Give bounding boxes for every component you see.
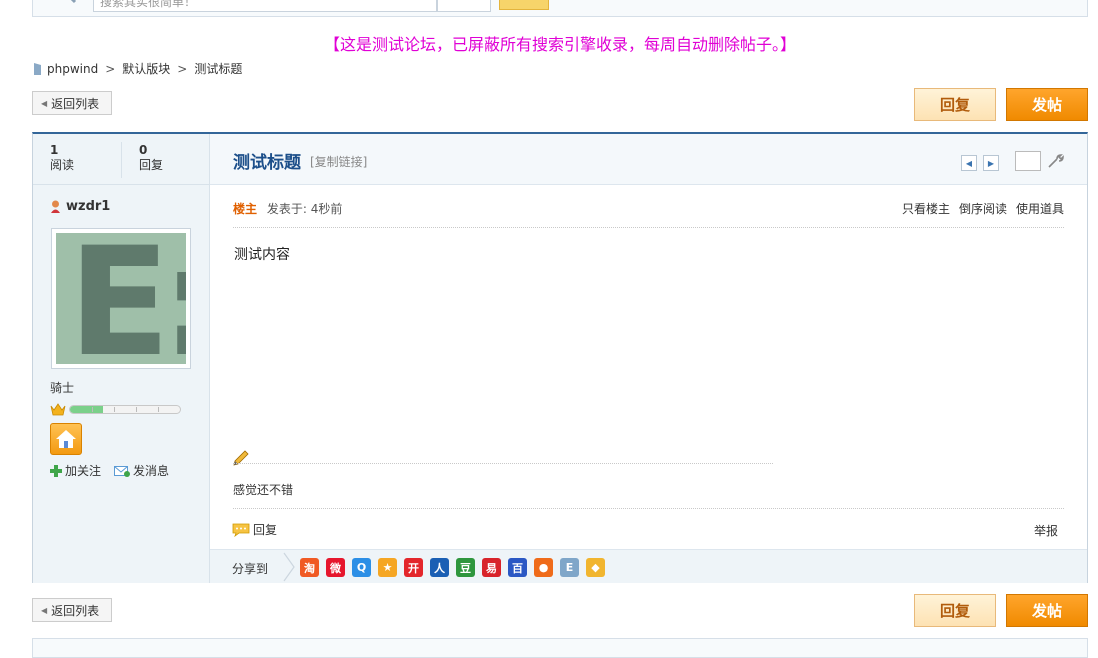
level-tick [158,406,159,412]
copy-link-button[interactable]: [复制链接] [310,153,367,170]
mail-icon [114,465,131,477]
new-post-button-bottom[interactable]: 发帖 [1006,594,1088,627]
back-to-list-button[interactable]: ◀ 返回列表 [32,91,112,115]
netease-icon[interactable]: 易 [482,558,501,577]
wrench-svg [1048,154,1064,168]
share-icons: 淘微 Q ★ 开人豆易百 ● E ◆ [300,558,605,577]
thread-container: 1 阅读 0 回复 wzdr1 E: 骑士 [32,132,1088,583]
user-level [50,402,181,416]
level-progress-fill [70,405,103,413]
back-to-list-button-bottom[interactable]: ◀ 返回列表 [32,598,112,622]
reply-button[interactable]: 回复 [914,88,996,121]
user-rank: 骑士 [50,381,75,395]
house-icon [56,430,76,448]
taobao-icon[interactable]: 淘 [300,558,319,577]
plus-icon [50,464,62,477]
level-tick [114,406,115,412]
breadcrumb-topic[interactable]: 测试标题 [194,60,242,77]
forum-notice: 【这是测试论坛，已屏蔽所有搜索引擎收录，每周自动删除帖子。】 [323,35,796,54]
level-progress-bar [69,404,181,414]
pencil-icon [233,450,249,466]
new-post-button[interactable]: 发帖 [1006,88,1088,121]
view-count: 1 阅读 [33,134,121,184]
star-icon[interactable]: ★ [378,558,397,577]
baidu-icon[interactable]: 百 [508,558,527,577]
user-home-button[interactable] [50,423,82,455]
search-bar: 搜索其实很简单！ [32,0,1088,17]
view-count-value: 1 [50,143,59,157]
view-count-label: 阅读 [50,158,75,172]
username: wzdr1 [66,199,111,214]
left-arrow-icon: ◀ [41,605,48,615]
message-button[interactable]: 发消息 [114,462,169,479]
signature-divider [233,463,773,464]
only-owner-link[interactable]: 只看楼主 [902,200,950,217]
quick-reply-label: 回复 [253,523,278,537]
reply-count-value: 0 [139,143,148,157]
thread-header: 测试标题 [复制链接] ◀ ▶ [210,134,1087,185]
message-label: 发消息 [133,464,170,478]
reply-button-bottom[interactable]: 回复 [914,594,996,627]
back-label: 返回列表 [51,96,100,111]
forum-home-icon [34,62,41,75]
reply-count: 0 回复 [121,142,209,178]
left-arrow-icon: ◀ [41,98,48,108]
report-link[interactable]: 举报 [1034,522,1058,539]
search-type-select[interactable] [437,0,491,12]
post-time: 发表于: 4秒前 [266,202,343,216]
owner-badge: 楼主 [233,202,258,216]
thread-stats: 1 阅读 0 回复 [33,134,209,185]
post-content: 测试内容 [234,247,290,263]
reverse-order-link[interactable]: 倒序阅读 [959,200,1007,217]
admin-checkbox[interactable] [1015,151,1041,171]
user-actions: 加关注 发消息 [50,462,169,479]
signature-text: 感觉还不错 [233,483,294,497]
thread-nav: ◀ ▶ [961,155,999,171]
search-icon[interactable] [57,0,77,4]
renren-icon[interactable]: 人 [430,558,449,577]
search-button[interactable] [499,0,549,10]
page-icon[interactable]: E [560,558,579,577]
post-options: 只看楼主 倒序阅读 使用道具 [902,200,1064,217]
level-tick [136,406,137,412]
breadcrumb-separator: > [105,61,116,76]
bookmark-icon[interactable]: ◆ [586,558,605,577]
reply-count-label: 回复 [139,158,164,172]
next-thread-icon[interactable]: ▶ [983,155,999,171]
post-main: 测试标题 [复制链接] ◀ ▶ 楼主 发表于: 4秒前 只看楼主 倒序阅读 使用… [210,134,1087,583]
previous-thread-icon[interactable]: ◀ [961,155,977,171]
back-label: 返回列表 [51,603,100,618]
breadcrumb-forum[interactable]: 默认版块 [122,60,170,77]
user-sidebar: 1 阅读 0 回复 wzdr1 E: 骑士 [33,134,210,583]
avatar-image: E: [56,233,186,364]
reply-box-edge [32,638,1088,658]
weibo-icon[interactable]: 微 [326,558,345,577]
kaixin-icon[interactable]: 开 [404,558,423,577]
follow-button[interactable]: 加关注 [50,462,101,479]
thread-title: 测试标题 [233,153,301,173]
share-label: 分享到 [232,562,269,576]
share-bar: 分享到 淘微 Q ★ 开人豆易百 ● E ◆ [210,549,1087,583]
follow-label: 加关注 [65,464,102,478]
post-divider [233,508,1064,509]
breadcrumb: phpwind > 默认版块 > 测试标题 [33,60,242,77]
crown-icon [50,403,66,416]
breadcrumb-separator: > [177,61,188,76]
breadcrumb-home[interactable]: phpwind [47,62,98,76]
female-user-icon [51,200,60,213]
post-meta: 楼主 发表于: 4秒前 只看楼主 倒序阅读 使用道具 [233,200,1064,228]
quick-reply-link[interactable]: 回复 [232,521,277,538]
wrench-icon[interactable] [1047,153,1065,173]
douban-icon[interactable]: 豆 [456,558,475,577]
username-link[interactable]: wzdr1 [50,199,110,214]
share-divider-icon [283,552,295,582]
qzone-icon[interactable]: Q [352,558,371,577]
search-input[interactable]: 搜索其实很简单！ [93,0,437,12]
use-tools-link[interactable]: 使用道具 [1016,200,1064,217]
level-tick [92,406,93,412]
peach-icon[interactable]: ● [534,558,553,577]
speech-bubble-icon [232,523,250,537]
avatar[interactable]: E: [51,228,191,369]
